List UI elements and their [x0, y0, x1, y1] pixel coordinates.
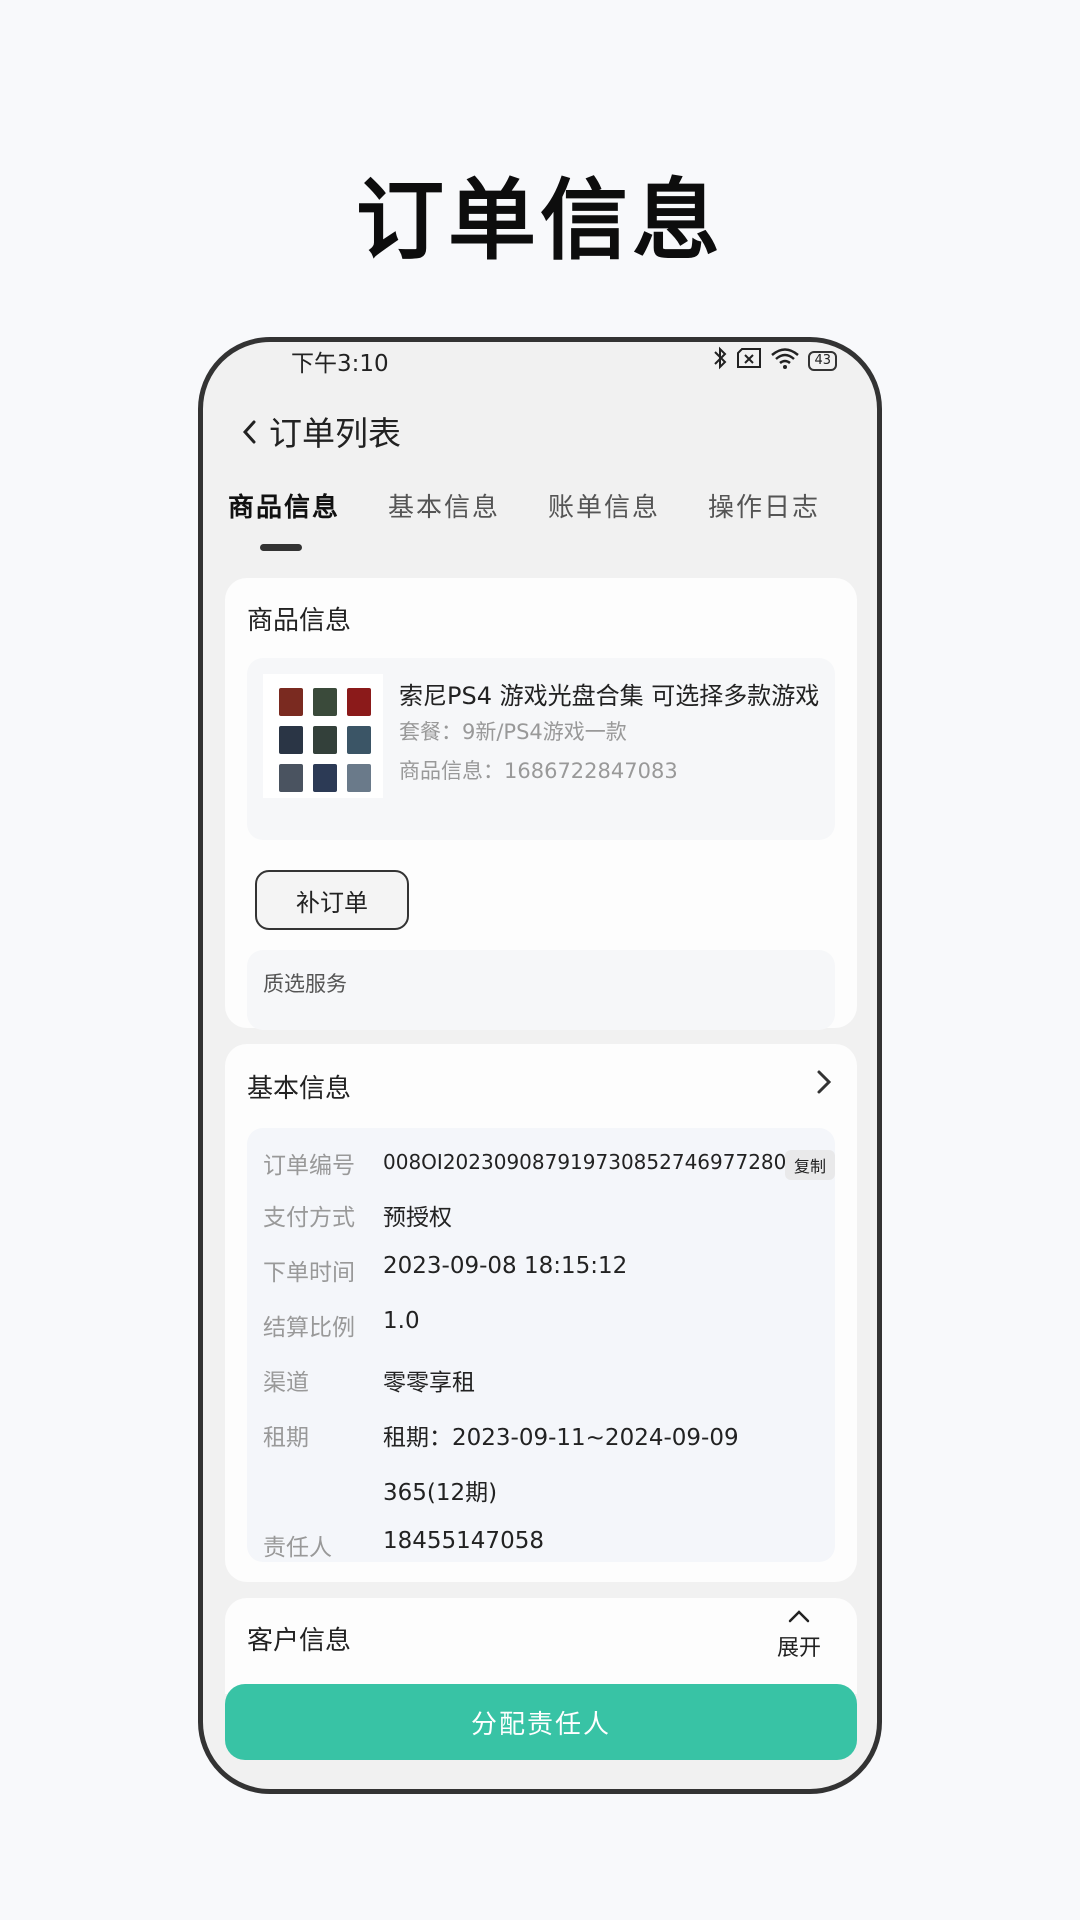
game-cover: [313, 688, 337, 716]
product-thumbnail: [263, 674, 383, 798]
chevron-left-icon[interactable]: [233, 411, 265, 451]
info-row-order-no: 订单编号 008OI202309087919730852746977280 复制: [247, 1146, 835, 1186]
status-bar: 下午3:10 43: [203, 342, 877, 378]
game-cover: [347, 764, 371, 792]
status-time: 下午3:10: [291, 351, 389, 377]
info-row-lease-periods: 365(12期): [247, 1473, 835, 1513]
expand-label: 展开: [776, 1636, 821, 1661]
tab-bar: 商品信息 基本信息 账单信息 操作日志: [203, 487, 877, 547]
info-label: 结算比例: [263, 1315, 355, 1341]
product-card-title: 商品信息: [247, 606, 352, 636]
nav-title[interactable]: 订单列表: [269, 407, 401, 455]
info-value: 预授权: [383, 1205, 452, 1231]
wifi-icon: [770, 347, 800, 375]
game-cover: [347, 726, 371, 754]
basic-info-list: 订单编号 008OI202309087919730852746977280 复制…: [247, 1128, 835, 1562]
chevron-up-icon: [786, 1609, 812, 1628]
info-label: 租期: [263, 1425, 309, 1451]
tab-operation-log[interactable]: 操作日志: [708, 487, 820, 524]
service-box: 质选服务: [247, 950, 835, 1030]
info-label: 下单时间: [263, 1260, 355, 1286]
info-value: 1.0: [383, 1308, 420, 1334]
product-package: 套餐：9新/PS4游戏一款: [399, 720, 627, 744]
game-cover: [313, 764, 337, 792]
info-row-lease-term: 租期 租期：2023-09-11~2024-09-09: [247, 1418, 835, 1458]
assign-owner-button[interactable]: 分配责任人: [225, 1684, 857, 1760]
status-icons: 43: [712, 346, 837, 376]
tab-billing-info[interactable]: 账单信息: [548, 487, 660, 524]
game-cover: [279, 688, 303, 716]
info-value: 365(12期): [383, 1480, 498, 1506]
info-value: 零零享租: [383, 1370, 475, 1396]
info-label: 订单编号: [263, 1153, 355, 1179]
chevron-right-icon[interactable]: [811, 1064, 837, 1100]
scroll-content[interactable]: 商品信息 索尼PS4 游戏光盘合集 可选择多款游戏 套餐：9新/PS4游戏一款 …: [225, 578, 857, 1694]
bluetooth-icon: [712, 346, 728, 376]
supplement-order-button[interactable]: 补订单: [255, 870, 409, 930]
customer-info-title: 客户信息: [247, 1626, 352, 1656]
info-row-channel: 渠道 零零享租: [247, 1363, 835, 1403]
battery-icon: 43: [808, 351, 837, 371]
game-cover: [279, 726, 303, 754]
expand-toggle[interactable]: 展开: [769, 1608, 829, 1674]
info-row-payment: 支付方式 预授权: [247, 1198, 835, 1238]
info-row-owner: 责任人 18455147058: [247, 1528, 835, 1568]
sim-x-icon: [736, 347, 762, 375]
nav-bar: 订单列表: [233, 407, 401, 455]
info-row-order-time: 下单时间 2023-09-08 18:15:12: [247, 1253, 835, 1293]
customer-info-card: 客户信息 展开: [225, 1598, 857, 1694]
phone-frame: 下午3:10 43 订单列表 商品信息 基本信息 账单信息 操作日志 商品信息 …: [198, 337, 882, 1794]
info-label: 渠道: [263, 1370, 309, 1396]
service-label: 质选服务: [263, 972, 347, 996]
tab-indicator: [260, 544, 302, 551]
basic-info-title: 基本信息: [247, 1074, 352, 1104]
game-cover: [347, 688, 371, 716]
info-value: 2023-09-08 18:15:12: [383, 1253, 628, 1279]
info-label: 支付方式: [263, 1205, 355, 1231]
tab-product-info[interactable]: 商品信息: [228, 487, 340, 524]
product-card: 商品信息 索尼PS4 游戏光盘合集 可选择多款游戏 套餐：9新/PS4游戏一款 …: [225, 578, 857, 1030]
product-item[interactable]: 索尼PS4 游戏光盘合集 可选择多款游戏 套餐：9新/PS4游戏一款 商品信息：…: [247, 658, 835, 840]
info-value: 18455147058: [383, 1528, 544, 1554]
info-value: 租期：2023-09-11~2024-09-09: [383, 1425, 739, 1451]
game-cover: [279, 764, 303, 792]
basic-info-card: 基本信息 订单编号 008OI2023090879197308527469772…: [225, 1044, 857, 1582]
info-label: 责任人: [263, 1535, 332, 1561]
order-number: 008OI202309087919730852746977280: [383, 1150, 787, 1174]
tab-basic-info[interactable]: 基本信息: [388, 487, 500, 524]
promo-title: 订单信息: [355, 169, 724, 272]
product-info: 商品信息：1686722847083: [399, 759, 678, 783]
copy-button[interactable]: 复制: [785, 1150, 835, 1180]
info-row-settlement: 结算比例 1.0: [247, 1308, 835, 1348]
game-cover: [313, 726, 337, 754]
product-name: 索尼PS4 游戏光盘合集 可选择多款游戏: [399, 682, 820, 710]
